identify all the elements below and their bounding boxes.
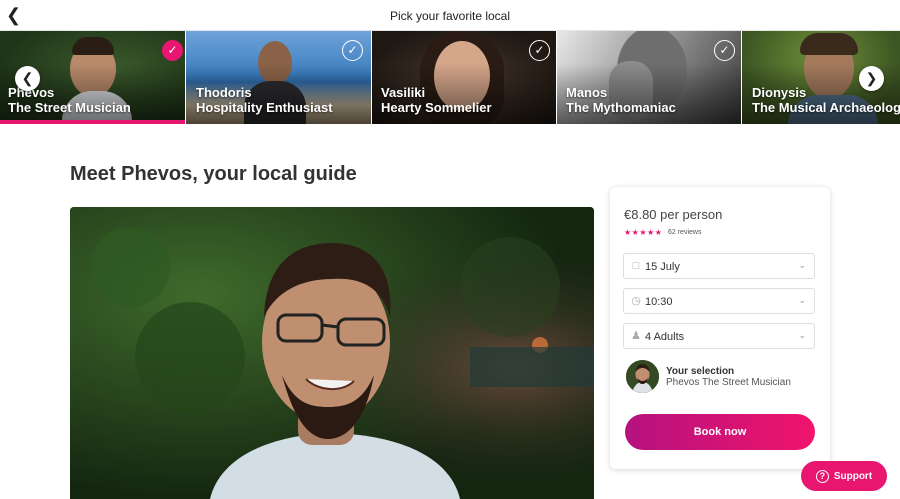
chevron-right-icon: ❯ (865, 70, 878, 86)
checkmark-icon: ✓ (342, 40, 363, 61)
reviews-count[interactable]: 62 reviews (668, 229, 701, 236)
local-card-vasiliki[interactable]: ✓ Vasiliki Hearty Sommelier (372, 31, 556, 124)
guide-photo (70, 207, 594, 499)
local-card-manos[interactable]: ✓ Manos The Mythomaniac (557, 31, 741, 124)
page-title: Pick your favorite local (389, 9, 511, 23)
chevron-left-icon: ❮ (21, 70, 34, 86)
locals-carousel: ✓ Phevos The Street Musician ✓ Thodoris … (0, 31, 900, 126)
avatar (626, 360, 659, 393)
book-now-button[interactable]: Book now (625, 414, 815, 450)
selection-title: Your selection (666, 366, 735, 377)
date-select[interactable]: □ 15 July ⌄ (623, 253, 815, 279)
booking-panel: €8.80 per person ★★★★★ 62 reviews □ 15 J… (610, 187, 830, 469)
time-select[interactable]: ◷ 10:30 ⌄ (623, 288, 815, 314)
selection-name: Phevos The Street Musician (666, 377, 791, 388)
rating-stars: ★★★★★ (624, 228, 663, 237)
top-bar: ❮ Pick your favorite local (0, 0, 900, 31)
chevron-down-icon: ⌄ (798, 260, 806, 270)
checkmark-icon: ✓ (714, 40, 735, 61)
checkmark-icon: ✓ (529, 40, 550, 61)
page-heading: Meet Phevos, your local guide (70, 163, 357, 185)
selected-indicator (0, 120, 185, 124)
guests-select[interactable]: ♟ 4 Adults ⌄ (623, 323, 815, 349)
clock-icon: ◷ (631, 295, 641, 307)
calendar-icon: □ (632, 260, 640, 272)
local-name: Dionysis The Musical Archaeologist (752, 85, 900, 115)
carousel-prev-button[interactable]: ❮ (15, 66, 40, 91)
carousel-next-button[interactable]: ❯ (859, 66, 884, 91)
price-label: €8.80 per person (624, 207, 723, 222)
person-icon: ♟ (631, 330, 641, 342)
help-icon: ? (815, 469, 829, 483)
support-button[interactable]: ? Support (801, 461, 887, 491)
local-name: Manos The Mythomaniac (566, 85, 676, 115)
local-name: Vasiliki Hearty Sommelier (381, 85, 492, 115)
checkmark-icon: ✓ (162, 40, 183, 61)
local-name: Thodoris Hospitality Enthusiast (196, 85, 333, 115)
local-card-thodoris[interactable]: ✓ Thodoris Hospitality Enthusiast (186, 31, 371, 124)
chevron-down-icon: ⌄ (798, 295, 806, 305)
chevron-down-icon: ⌄ (798, 330, 806, 340)
